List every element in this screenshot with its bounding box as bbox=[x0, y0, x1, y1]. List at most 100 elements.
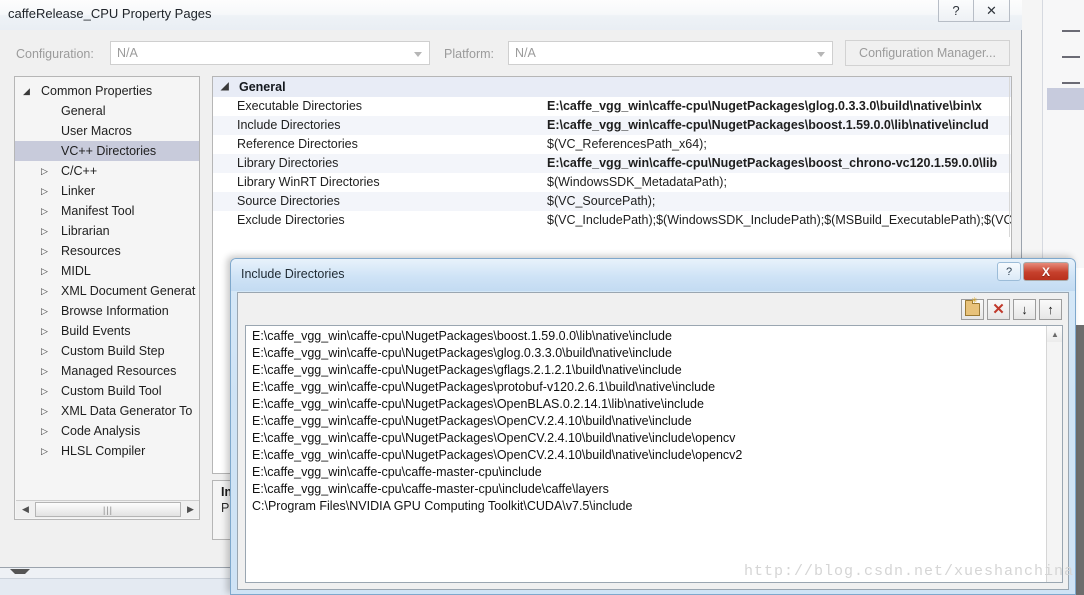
tree-item-hlsl-compiler[interactable]: ▷ HLSL Compiler bbox=[15, 441, 199, 461]
chevron-right-icon[interactable]: ▷ bbox=[41, 161, 55, 181]
chevron-right-icon[interactable]: ▷ bbox=[41, 441, 55, 461]
tree-item-label: Manifest Tool bbox=[61, 204, 135, 218]
grid-row-value[interactable]: $(VC_IncludePath);$(WindowsSDK_IncludePa… bbox=[547, 211, 1011, 230]
chevron-right-icon[interactable]: ▷ bbox=[41, 181, 55, 201]
tree-item-user-macros[interactable]: User Macros bbox=[15, 121, 199, 141]
grid-row-value[interactable]: $(WindowsSDK_MetadataPath); bbox=[547, 173, 727, 192]
directory-entry[interactable]: E:\caffe_vgg_win\caffe-cpu\NugetPackages… bbox=[246, 328, 1046, 345]
chevron-right-icon[interactable]: ▷ bbox=[41, 301, 55, 321]
grid-row-value[interactable]: $(VC_SourcePath); bbox=[547, 192, 655, 211]
chevron-right-icon[interactable]: ▷ bbox=[41, 241, 55, 261]
chevron-right-icon[interactable]: ▷ bbox=[41, 341, 55, 361]
grid-category-label: General bbox=[239, 80, 286, 94]
directory-entry[interactable]: E:\caffe_vgg_win\caffe-cpu\NugetPackages… bbox=[246, 362, 1046, 379]
dialog-body: ✕ ↓ ↑ E:\caffe_vgg_win\caffe-cpu\NugetPa… bbox=[237, 292, 1069, 590]
platform-value: N/A bbox=[515, 46, 536, 60]
tree-hscroll-thumb[interactable]: ||| bbox=[35, 502, 181, 517]
grid-row-value[interactable]: E:\caffe_vgg_win\caffe-cpu\NugetPackages… bbox=[547, 154, 997, 173]
tree-item-xml-data-generator-to[interactable]: ▷ XML Data Generator To bbox=[15, 401, 199, 421]
directory-entry[interactable]: E:\caffe_vgg_win\caffe-cpu\NugetPackages… bbox=[246, 447, 1046, 464]
dialog-help-button[interactable]: ? bbox=[997, 262, 1021, 281]
directory-entry[interactable]: E:\caffe_vgg_win\caffe-cpu\NugetPackages… bbox=[246, 413, 1046, 430]
property-tree-pane[interactable]: ◢ Common Properties General User Macros VC++… bbox=[14, 76, 200, 520]
tree-item-label: Linker bbox=[61, 184, 96, 198]
move-up-button[interactable]: ↑ bbox=[1039, 299, 1062, 320]
grid-row[interactable]: Library WinRT Directories $(WindowsSDK_Me… bbox=[213, 173, 1011, 192]
configuration-value: N/A bbox=[117, 46, 138, 60]
grid-row[interactable]: Include Directories E:\caffe_vgg_win\caff… bbox=[213, 116, 1011, 135]
directory-entry[interactable]: E:\caffe_vgg_win\caffe-cpu\NugetPackages… bbox=[246, 430, 1046, 447]
tree-item-label: Build Events bbox=[61, 324, 131, 338]
tree-item-librarian[interactable]: ▷ Librarian bbox=[15, 221, 199, 241]
tree-item-code-analysis[interactable]: ▷ Code Analysis bbox=[15, 421, 199, 441]
tree-item-managed-resources[interactable]: ▷ Managed Resources bbox=[15, 361, 199, 381]
tree-item-general[interactable]: General bbox=[15, 101, 199, 121]
new-line-button[interactable] bbox=[961, 297, 984, 320]
chevron-right-icon[interactable]: ▷ bbox=[41, 201, 55, 221]
close-button[interactable]: ✕ bbox=[974, 0, 1010, 22]
tree-item-xml-document-generat[interactable]: ▷ XML Document Generat bbox=[15, 281, 199, 301]
grid-row-value[interactable]: E:\caffe_vgg_win\caffe-cpu\NugetPackages… bbox=[547, 116, 989, 135]
tree-item-browse-information[interactable]: ▷ Browse Information bbox=[15, 301, 199, 321]
directory-entry[interactable]: C:\Program Files\NVIDIA GPU Computing To… bbox=[246, 498, 1046, 515]
move-down-button[interactable]: ↓ bbox=[1013, 299, 1036, 320]
tree-item-label: Custom Build Tool bbox=[61, 384, 162, 398]
dialog-close-button[interactable]: X bbox=[1023, 262, 1069, 281]
tree-item-label: C/C++ bbox=[61, 164, 98, 178]
chevron-down-icon bbox=[817, 52, 825, 57]
directory-entry[interactable]: E:\caffe_vgg_win\caffe-cpu\NugetPackages… bbox=[246, 396, 1046, 413]
editor-text-line bbox=[1062, 30, 1080, 32]
tree-item-label: User Macros bbox=[61, 124, 132, 138]
grid-row[interactable]: Library Directories E:\caffe_vgg_win\caff… bbox=[213, 154, 1011, 173]
chevron-right-icon[interactable]: ▷ bbox=[41, 261, 55, 281]
tree-item-vc-directories[interactable]: VC++ Directories bbox=[15, 141, 199, 161]
grid-row[interactable]: Executable Directories E:\caffe_vgg_win\c… bbox=[213, 97, 1011, 116]
tree-item-resources[interactable]: ▷ Resources bbox=[15, 241, 199, 261]
scroll-right-icon[interactable]: ▶ bbox=[182, 501, 199, 518]
screen-root: caffeRelease_CPU Property Pages ? ✕ Conf… bbox=[0, 0, 1084, 595]
dialog-window-controls: ? X bbox=[997, 262, 1069, 281]
grid-rows-container: Executable Directories E:\caffe_vgg_win\c… bbox=[213, 97, 1011, 230]
chevron-right-icon[interactable]: ▷ bbox=[41, 361, 55, 381]
directories-list[interactable]: E:\caffe_vgg_win\caffe-cpu\NugetPackages… bbox=[245, 325, 1063, 583]
chevron-right-icon[interactable]: ▷ bbox=[41, 321, 55, 341]
grid-row[interactable]: Reference Directories $(VC_ReferencesPath… bbox=[213, 135, 1011, 154]
property-tree-list: ◢ Common Properties General User Macros VC++… bbox=[15, 81, 199, 461]
tree-item-manifest-tool[interactable]: ▷ Manifest Tool bbox=[15, 201, 199, 221]
grid-row-name: Library Directories bbox=[237, 156, 339, 170]
scroll-up-icon[interactable]: ▲ bbox=[1047, 326, 1062, 342]
chevron-right-icon[interactable]: ▷ bbox=[41, 421, 55, 441]
grid-row-value[interactable]: E:\caffe_vgg_win\caffe-cpu\NugetPackages… bbox=[547, 97, 982, 116]
help-button[interactable]: ? bbox=[938, 0, 974, 22]
directory-entry[interactable]: E:\caffe_vgg_win\caffe-cpu\NugetPackages… bbox=[246, 379, 1046, 396]
editor-text-line bbox=[1062, 82, 1080, 84]
tree-item-linker[interactable]: ▷ Linker bbox=[15, 181, 199, 201]
tree-item-build-events[interactable]: ▷ Build Events bbox=[15, 321, 199, 341]
chevron-right-icon[interactable]: ▷ bbox=[41, 221, 55, 241]
tree-item-custom-build-step[interactable]: ▷ Custom Build Step bbox=[15, 341, 199, 361]
directory-entry[interactable]: E:\caffe_vgg_win\caffe-cpu\caffe-master-… bbox=[246, 481, 1046, 498]
tree-item-custom-build-tool[interactable]: ▷ Custom Build Tool bbox=[15, 381, 199, 401]
grid-category-header[interactable]: ◢ General bbox=[213, 77, 1011, 97]
configuration-manager-button[interactable]: Configuration Manager... bbox=[845, 40, 1010, 66]
chevron-down-icon[interactable]: ◢ bbox=[23, 81, 37, 101]
directory-entry[interactable]: E:\caffe_vgg_win\caffe-cpu\NugetPackages… bbox=[246, 345, 1046, 362]
configuration-dropdown[interactable]: N/A bbox=[110, 41, 430, 65]
tree-horizontal-scrollbar[interactable]: ◀ ||| ▶ bbox=[16, 500, 199, 518]
directories-list-scrollbar[interactable]: ▲ bbox=[1046, 326, 1062, 582]
property-pages-titlebar: caffeRelease_CPU Property Pages ? ✕ bbox=[0, 0, 1022, 30]
tree-item-midl[interactable]: ▷ MIDL bbox=[15, 261, 199, 281]
tree-item-c-c[interactable]: ▷ C/C++ bbox=[15, 161, 199, 181]
configuration-label: Configuration: bbox=[16, 47, 94, 61]
scroll-left-icon[interactable]: ◀ bbox=[17, 501, 34, 518]
chevron-right-icon[interactable]: ▷ bbox=[41, 281, 55, 301]
chevron-right-icon[interactable]: ▷ bbox=[41, 401, 55, 421]
platform-dropdown[interactable]: N/A bbox=[508, 41, 833, 65]
directory-entry[interactable]: E:\caffe_vgg_win\caffe-cpu\caffe-master-… bbox=[246, 464, 1046, 481]
grid-row[interactable]: Source Directories $(VC_SourcePath); bbox=[213, 192, 1011, 211]
grid-row[interactable]: Exclude Directories $(VC_IncludePath);$(W… bbox=[213, 211, 1011, 230]
tree-item-common-properties[interactable]: ◢ Common Properties bbox=[15, 81, 199, 101]
chevron-right-icon[interactable]: ▷ bbox=[41, 381, 55, 401]
delete-button[interactable]: ✕ bbox=[987, 299, 1010, 320]
grid-row-value[interactable]: $(VC_ReferencesPath_x64); bbox=[547, 135, 707, 154]
